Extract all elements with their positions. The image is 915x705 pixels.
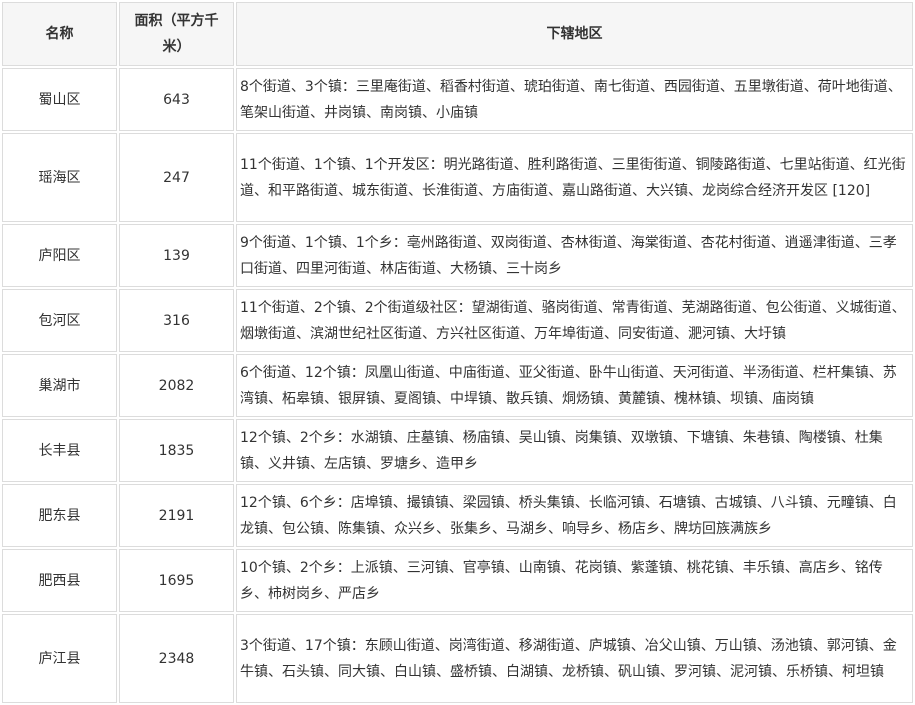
cell-area: 2348: [119, 614, 234, 703]
cell-districts: 12个镇、2个乡：水湖镇、庄墓镇、杨庙镇、吴山镇、岗集镇、双墩镇、下塘镇、朱巷镇…: [236, 419, 913, 482]
cell-area: 1695: [119, 549, 234, 612]
cell-area: 139: [119, 224, 234, 287]
cell-districts: 8个街道、3个镇：三里庵街道、稻香村街道、琥珀街道、南七街道、西园街道、五里墩街…: [236, 68, 913, 131]
cell-districts: 10个镇、2个乡：上派镇、三河镇、官亭镇、山南镇、花岗镇、紫蓬镇、桃花镇、丰乐镇…: [236, 549, 913, 612]
table-row: 蜀山区 643 8个街道、3个镇：三里庵街道、稻香村街道、琥珀街道、南七街道、西…: [2, 68, 913, 131]
cell-area: 1835: [119, 419, 234, 482]
cell-area: 643: [119, 68, 234, 131]
table-row: 瑶海区 247 11个街道、1个镇、1个开发区：明光路街道、胜利路街道、三里街街…: [2, 133, 913, 222]
cell-name: 肥西县: [2, 549, 117, 612]
header-area: 面积（平方千米）: [119, 2, 234, 66]
cell-districts: 9个街道、1个镇、1个乡：亳州路街道、双岗街道、杏林街道、海棠街道、杏花村街道、…: [236, 224, 913, 287]
header-name: 名称: [2, 2, 117, 66]
table-header-row: 名称 面积（平方千米） 下辖地区: [2, 2, 913, 66]
cell-districts: 11个街道、1个镇、1个开发区：明光路街道、胜利路街道、三里街街道、铜陵路街道、…: [236, 133, 913, 222]
table-row: 长丰县 1835 12个镇、2个乡：水湖镇、庄墓镇、杨庙镇、吴山镇、岗集镇、双墩…: [2, 419, 913, 482]
table-row: 庐阳区 139 9个街道、1个镇、1个乡：亳州路街道、双岗街道、杏林街道、海棠街…: [2, 224, 913, 287]
cell-name: 庐江县: [2, 614, 117, 703]
cell-name: 包河区: [2, 289, 117, 352]
table-row: 庐江县 2348 3个街道、17个镇：东顾山街道、岗湾街道、移湖街道、庐城镇、冶…: [2, 614, 913, 703]
cell-districts: 12个镇、6个乡：店埠镇、撮镇镇、梁园镇、桥头集镇、长临河镇、石塘镇、古城镇、八…: [236, 484, 913, 547]
table-row: 肥东县 2191 12个镇、6个乡：店埠镇、撮镇镇、梁园镇、桥头集镇、长临河镇、…: [2, 484, 913, 547]
cell-districts: 3个街道、17个镇：东顾山街道、岗湾街道、移湖街道、庐城镇、冶父山镇、万山镇、汤…: [236, 614, 913, 703]
cell-name: 巢湖市: [2, 354, 117, 417]
cell-name: 瑶海区: [2, 133, 117, 222]
districts-table: 名称 面积（平方千米） 下辖地区 蜀山区 643 8个街道、3个镇：三里庵街道、…: [0, 0, 915, 705]
cell-name: 长丰县: [2, 419, 117, 482]
cell-name: 蜀山区: [2, 68, 117, 131]
cell-districts: 11个街道、2个镇、2个街道级社区：望湖街道、骆岗街道、常青街道、芜湖路街道、包…: [236, 289, 913, 352]
table-row: 包河区 316 11个街道、2个镇、2个街道级社区：望湖街道、骆岗街道、常青街道…: [2, 289, 913, 352]
cell-area: 2082: [119, 354, 234, 417]
cell-districts: 6个街道、12个镇：凤凰山街道、中庙街道、亚父街道、卧牛山街道、天河街道、半汤街…: [236, 354, 913, 417]
cell-area: 2191: [119, 484, 234, 547]
cell-area: 316: [119, 289, 234, 352]
table-row: 肥西县 1695 10个镇、2个乡：上派镇、三河镇、官亭镇、山南镇、花岗镇、紫蓬…: [2, 549, 913, 612]
cell-name: 肥东县: [2, 484, 117, 547]
cell-name: 庐阳区: [2, 224, 117, 287]
table-row: 巢湖市 2082 6个街道、12个镇：凤凰山街道、中庙街道、亚父街道、卧牛山街道…: [2, 354, 913, 417]
header-districts: 下辖地区: [236, 2, 913, 66]
cell-area: 247: [119, 133, 234, 222]
